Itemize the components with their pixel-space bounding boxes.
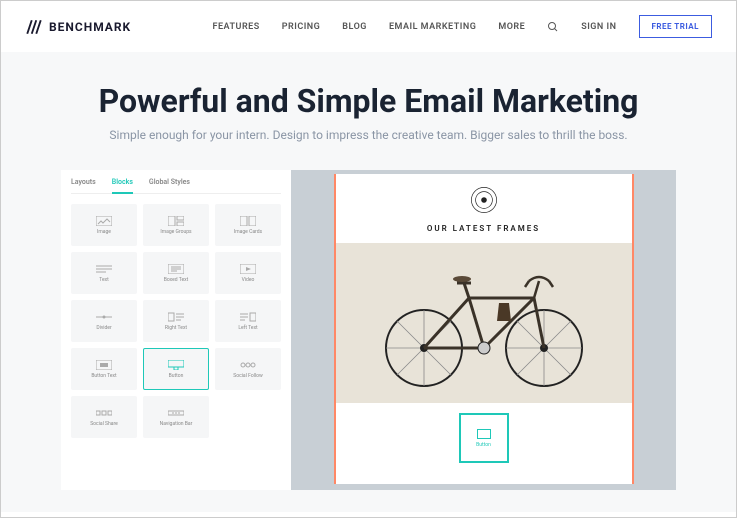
canvas-heading: OUR LATEST FRAMES — [348, 224, 620, 233]
button-drop-icon — [477, 429, 491, 439]
block-right-text[interactable]: Right Text — [143, 300, 209, 342]
product-image — [336, 243, 632, 403]
block-grid: Image Image Groups Image Cards Text Boxe… — [71, 204, 281, 438]
search-icon[interactable] — [547, 21, 559, 33]
nav-more[interactable]: MORE — [498, 22, 525, 32]
button-drop-zone[interactable]: Button — [459, 413, 509, 463]
drop-zone-label: Button — [476, 442, 491, 448]
block-image-cards[interactable]: Image Cards — [215, 204, 281, 246]
header: BENCHMARK FEATURES PRICING BLOG EMAIL MA… — [1, 1, 736, 52]
nav-features[interactable]: FEATURES — [213, 22, 260, 32]
block-text[interactable]: Text — [71, 252, 137, 294]
nav: FEATURES PRICING BLOG EMAIL MARKETING MO… — [213, 15, 712, 38]
editor-sidebar: Layouts Blocks Global Styles Image Image… — [61, 170, 291, 490]
editor-canvas[interactable]: OUR LATEST FRAMES — [334, 174, 634, 484]
block-left-text[interactable]: Left Text — [215, 300, 281, 342]
block-social-follow[interactable]: Social Follow — [215, 348, 281, 390]
block-image-groups[interactable]: Image Groups — [143, 204, 209, 246]
editor-canvas-wrap: OUR LATEST FRAMES — [291, 170, 676, 490]
nav-email-marketing[interactable]: EMAIL MARKETING — [389, 22, 476, 32]
block-image[interactable]: Image — [71, 204, 137, 246]
tab-global-styles[interactable]: Global Styles — [149, 178, 190, 187]
nav-blog[interactable]: BLOG — [342, 22, 367, 32]
free-trial-button[interactable]: FREE TRIAL — [639, 15, 713, 38]
tab-blocks[interactable]: Blocks — [112, 178, 133, 194]
hero-title: Powerful and Simple Email Marketing — [31, 82, 706, 120]
block-boxed-text[interactable]: Boxed Text — [143, 252, 209, 294]
hero-subtitle: Simple enough for your intern. Design to… — [31, 128, 706, 142]
editor-mockup: Layouts Blocks Global Styles Image Image… — [61, 170, 676, 490]
block-video[interactable]: Video — [215, 252, 281, 294]
bicycle-icon — [369, 253, 599, 393]
nav-pricing[interactable]: PRICING — [282, 22, 321, 32]
logo-icon — [25, 18, 43, 36]
canvas-content: OUR LATEST FRAMES — [336, 174, 632, 475]
block-button-text[interactable]: Button Text — [71, 348, 137, 390]
brand-name: BENCHMARK — [49, 20, 131, 34]
tab-layouts[interactable]: Layouts — [71, 178, 96, 187]
block-divider[interactable]: Divider — [71, 300, 137, 342]
hero: Powerful and Simple Email Marketing Simp… — [1, 52, 736, 512]
block-navigation-bar[interactable]: Navigation Bar — [143, 396, 209, 438]
brand-badge-icon — [470, 186, 498, 214]
block-social-share[interactable]: Social Share — [71, 396, 137, 438]
editor-tabs: Layouts Blocks Global Styles — [71, 178, 281, 194]
block-button[interactable]: Button — [143, 348, 209, 390]
signin-link[interactable]: SIGN IN — [581, 22, 616, 32]
logo[interactable]: BENCHMARK — [25, 18, 131, 36]
